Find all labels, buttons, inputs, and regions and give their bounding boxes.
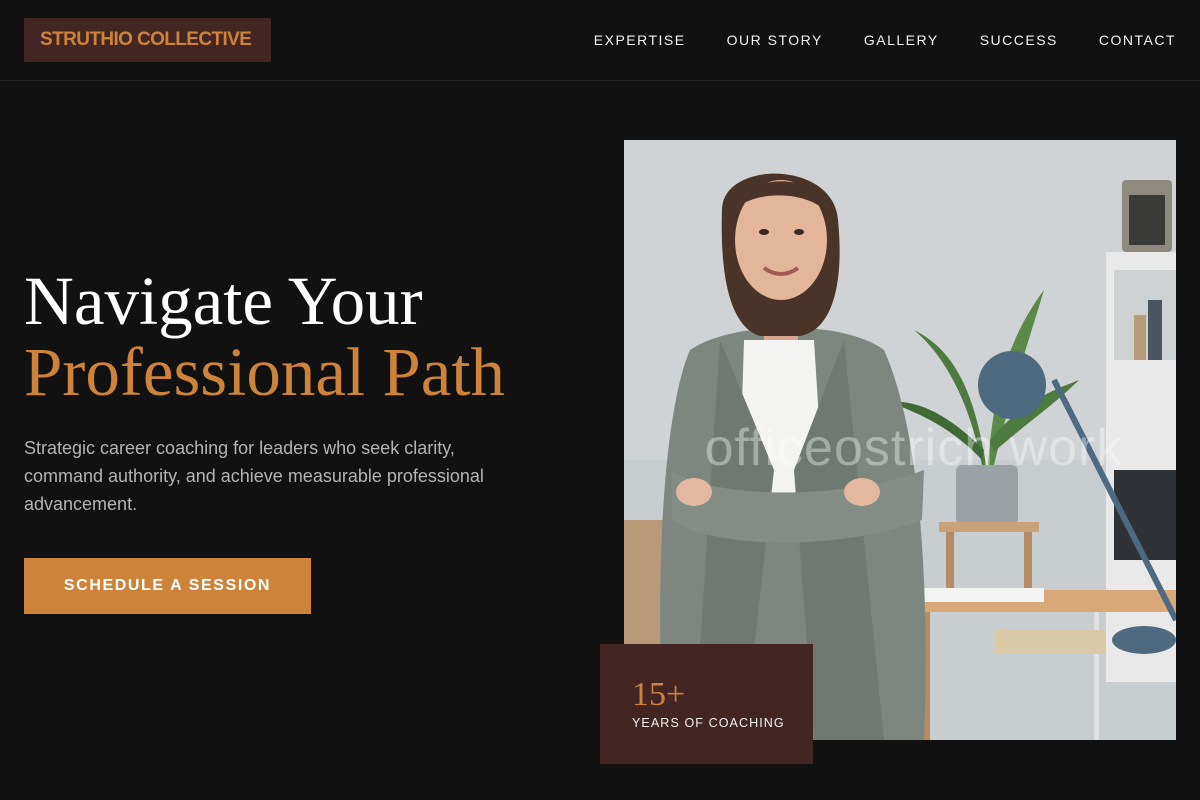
stat-label: YEARS OF COACHING [632,716,785,730]
nav-item-our-story[interactable]: OUR STORY [727,32,823,48]
hero-title-line1: Navigate Your [24,263,423,339]
schedule-session-button[interactable]: SCHEDULE A SESSION [24,558,311,614]
nav-item-contact[interactable]: CONTACT [1099,32,1176,48]
stat-value: 15+ [632,676,686,713]
brand-logo[interactable]: STRUTHIO COLLECTIVE [24,18,271,62]
hero-subtitle: Strategic career coaching for leaders wh… [24,438,484,514]
hero-title: Navigate Your Professional Path [24,266,584,408]
landing-page: STRUTHIO COLLECTIVE EXPERTISE OUR STORY … [0,0,1200,800]
nav-item-success[interactable]: SUCCESS [980,32,1058,48]
nav-item-gallery[interactable]: GALLERY [864,32,939,48]
hero-title-line2: Professional Path [24,334,506,410]
nav-item-expertise[interactable]: EXPERTISE [594,32,686,48]
main-nav: EXPERTISE OUR STORY GALLERY SUCCESS CONT… [594,0,1176,80]
stat-badge: 15+ YEARS OF COACHING [600,644,813,764]
site-header: STRUTHIO COLLECTIVE EXPERTISE OUR STORY … [0,0,1200,81]
